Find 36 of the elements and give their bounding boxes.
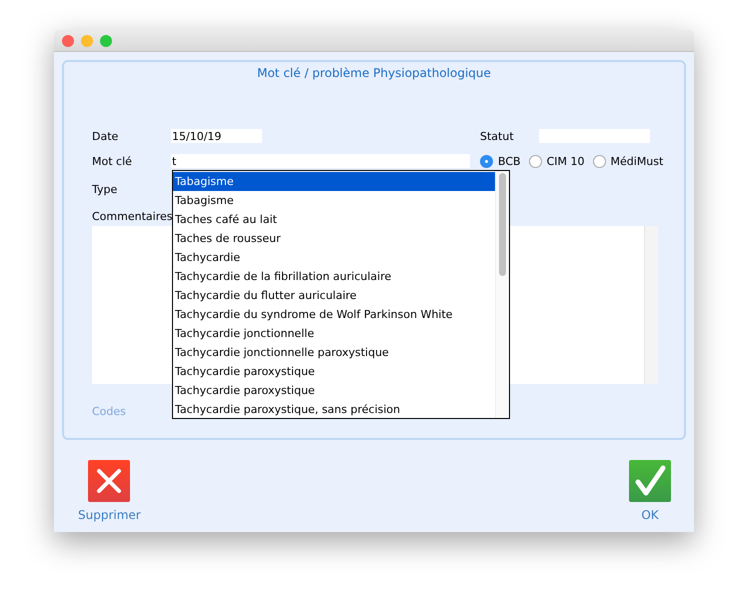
radio-icon[interactable] [592,154,606,168]
suggestion-item[interactable]: Tachycardie [173,248,495,267]
close-button[interactable] [62,34,74,46]
action-button[interactable]: Supprimer [78,460,141,522]
suggestion-item[interactable]: Tachycardie de la fibrillation auriculaire [173,267,495,286]
suggestion-item[interactable]: Tachycardie paroxystique [173,362,495,381]
suggestion-item[interactable]: Taches de rousseur [173,229,495,248]
suggestion-item[interactable]: Tachycardie du flutter auriculaire [173,286,495,305]
suggestion-item[interactable]: Tabagisme [173,172,495,191]
source-radio[interactable]: CIM 10 [528,154,585,168]
cross-icon [88,460,130,502]
field-label: Statut [480,130,515,142]
field-label: Mot clé [92,154,133,168]
suggestion-item[interactable]: Taches café au lait [173,210,495,229]
field-label: Date [92,130,120,142]
scrollbar-thumb[interactable] [499,173,506,276]
suggestion-item[interactable]: Tachycardie jonctionnelle [173,324,495,343]
form-title: Mot clé / problème Physiopathologique [256,66,492,82]
minimize-button[interactable] [81,34,93,46]
radio-icon[interactable] [528,154,542,168]
action-button[interactable]: OK [629,460,671,522]
zoom-button[interactable] [100,34,112,46]
radio-icon[interactable] [480,154,493,168]
field-label: Commentaires [92,210,171,222]
suggestion-item[interactable]: Tachycardie paroxystique, sans précision [173,400,495,419]
suggestion-item[interactable]: Tabagisme [173,191,495,210]
source-radio[interactable]: BCB [480,154,521,168]
suggestion-item[interactable]: Tachycardie paroxystique [173,381,495,400]
field-label: Type [92,182,118,196]
checkmark-icon [629,460,671,502]
date-field[interactable]: 15/10/19 [171,129,262,143]
suggestion-item[interactable]: Tachycardie du syndrome de Wolf Parkinson White [173,305,495,324]
field-label: Codes [92,404,127,418]
source-radio[interactable]: MédiMust [592,154,664,168]
keyword-field[interactable]: t [171,154,470,168]
suggestion-item[interactable]: Tachycardie jonctionnelle paroxystique [173,343,495,362]
